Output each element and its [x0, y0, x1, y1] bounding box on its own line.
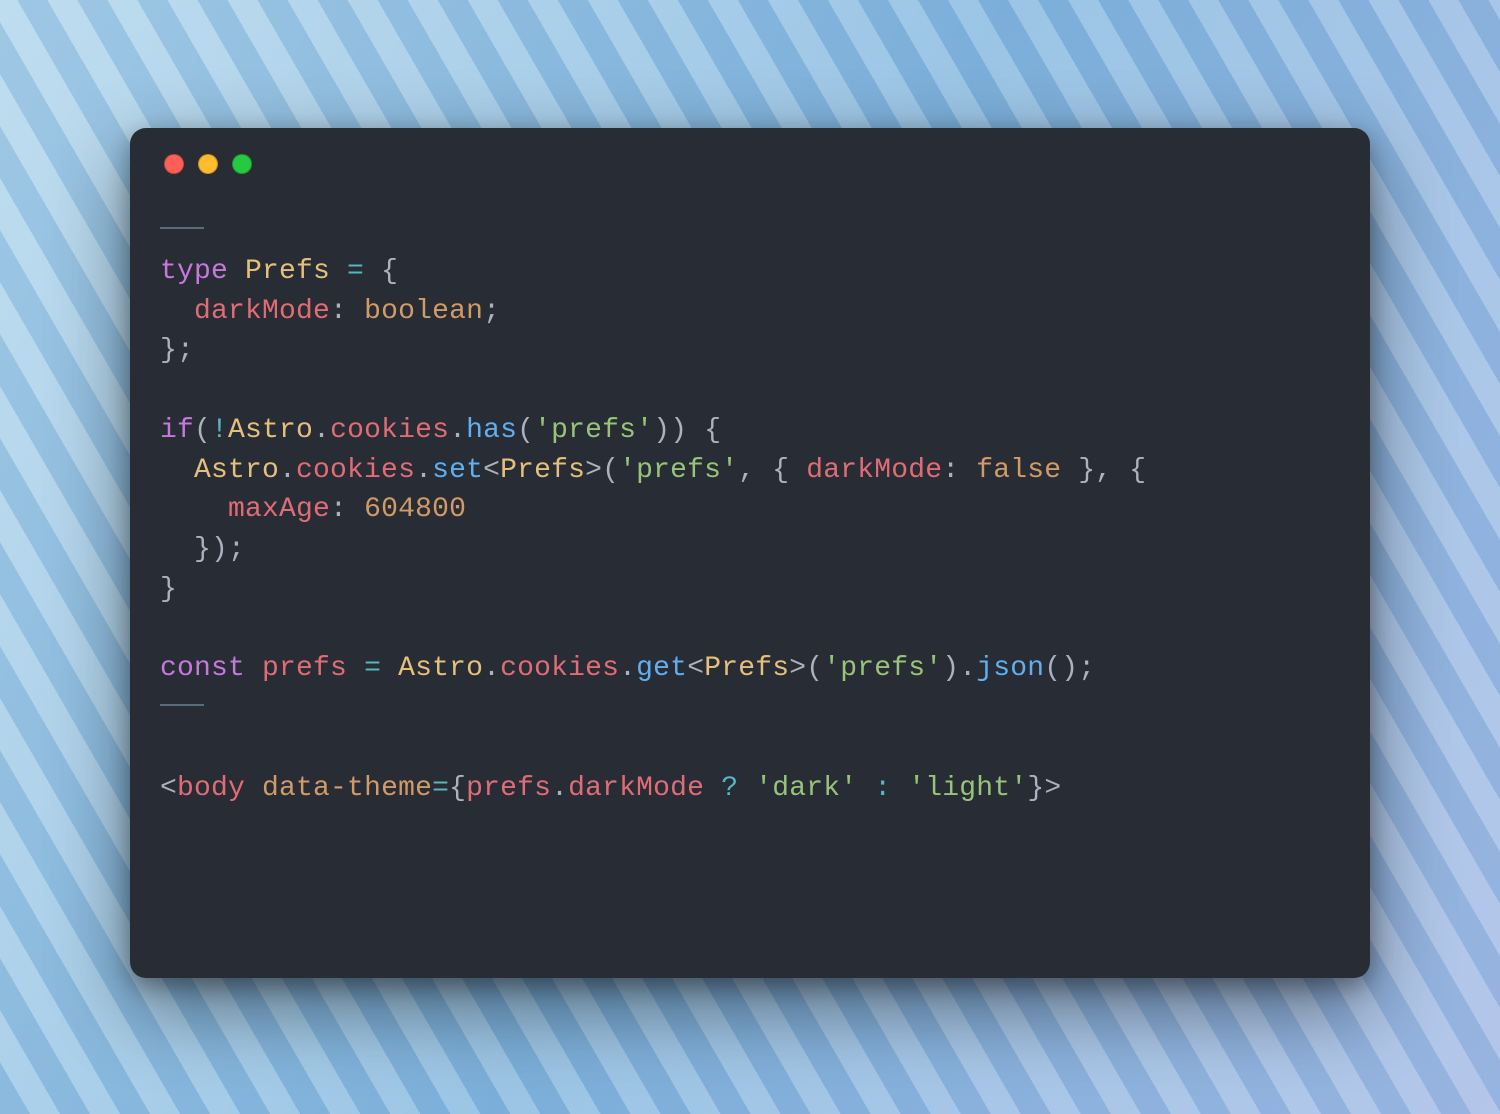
code-token: });	[160, 534, 245, 565]
code-token	[347, 653, 364, 684]
code-token: (	[194, 415, 211, 446]
code-token: false	[976, 455, 1061, 486]
code-token: };	[160, 335, 194, 366]
code-token: cookies	[296, 455, 415, 486]
code-token: 'light'	[908, 773, 1027, 804]
code-token	[160, 455, 194, 486]
code-token: .	[551, 773, 568, 804]
code-token: Astro	[194, 455, 279, 486]
code-token: maxAge	[228, 494, 330, 525]
code-token: boolean	[364, 296, 483, 327]
code-token: if	[160, 415, 194, 446]
code-token: .	[415, 455, 432, 486]
frontmatter-fence	[160, 227, 204, 229]
code-token: , {	[738, 455, 806, 486]
code-token: type	[160, 256, 245, 287]
code-token: .	[483, 653, 500, 684]
window-minimize-button[interactable]	[198, 154, 218, 174]
code-token	[381, 653, 398, 684]
code-token: const	[160, 653, 262, 684]
code-token: :	[874, 773, 891, 804]
frontmatter-fence	[160, 704, 204, 706]
code-token: ();	[1044, 653, 1095, 684]
code-token: .	[619, 653, 636, 684]
code-token: }>	[1027, 773, 1061, 804]
code-token: body	[177, 773, 245, 804]
code-token: 'prefs'	[534, 415, 653, 446]
window-traffic-lights	[164, 154, 1340, 174]
code-token: darkMode	[806, 455, 942, 486]
code-token: Astro	[398, 653, 483, 684]
code-token: has	[466, 415, 517, 446]
code-token: }, {	[1061, 455, 1146, 486]
code-token: darkMode	[194, 296, 330, 327]
window-zoom-button[interactable]	[232, 154, 252, 174]
code-token: darkMode	[568, 773, 704, 804]
code-token: =	[432, 773, 449, 804]
code-token: )) {	[653, 415, 721, 446]
code-token: Prefs	[704, 653, 789, 684]
code-token: Prefs	[500, 455, 585, 486]
code-token: <	[483, 455, 500, 486]
code-token: .	[313, 415, 330, 446]
code-token: <	[160, 773, 177, 804]
code-token: data-theme	[262, 773, 432, 804]
code-token: }	[160, 574, 177, 605]
code-token: :	[942, 455, 976, 486]
code-token: {	[449, 773, 466, 804]
code-token: Astro	[228, 415, 313, 446]
code-token: >(	[789, 653, 823, 684]
code-token	[160, 494, 228, 525]
code-token: ;	[483, 296, 500, 327]
code-token: .	[279, 455, 296, 486]
code-token: :	[330, 494, 364, 525]
code-token: prefs	[466, 773, 551, 804]
code-token: ).	[942, 653, 976, 684]
code-token	[245, 773, 262, 804]
code-token: >(	[585, 455, 619, 486]
code-token	[330, 256, 347, 287]
code-token	[704, 773, 721, 804]
code-token: get	[636, 653, 687, 684]
code-token: :	[330, 296, 364, 327]
code-token	[738, 773, 755, 804]
code-token: 'prefs'	[823, 653, 942, 684]
code-token: json	[976, 653, 1044, 684]
code-token: cookies	[500, 653, 619, 684]
code-token	[891, 773, 908, 804]
code-token: !	[211, 415, 228, 446]
code-token: prefs	[262, 653, 347, 684]
code-token: 'dark'	[755, 773, 857, 804]
code-token	[160, 296, 194, 327]
code-token: .	[449, 415, 466, 446]
code-token: 'prefs'	[619, 455, 738, 486]
code-block: type Prefs = { darkMode: boolean; }; if(…	[160, 212, 1340, 808]
code-token: =	[364, 653, 381, 684]
code-token: =	[347, 256, 364, 287]
window-close-button[interactable]	[164, 154, 184, 174]
code-token: Prefs	[245, 256, 330, 287]
code-token: cookies	[330, 415, 449, 446]
code-token: 604800	[364, 494, 466, 525]
code-token: set	[432, 455, 483, 486]
code-token	[857, 773, 874, 804]
code-token: {	[364, 256, 398, 287]
code-editor-window: type Prefs = { darkMode: boolean; }; if(…	[130, 128, 1370, 978]
code-token: ?	[721, 773, 738, 804]
code-token: (	[517, 415, 534, 446]
code-token: <	[687, 653, 704, 684]
